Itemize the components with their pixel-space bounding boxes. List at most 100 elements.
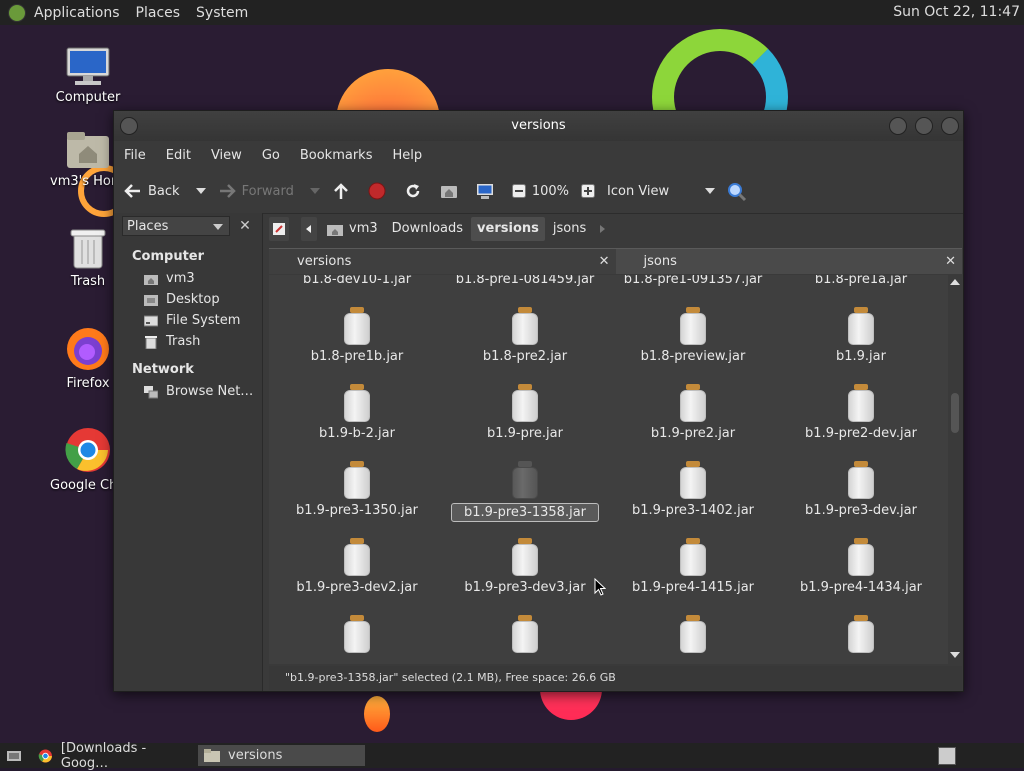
file-name: b1.9-pre3-dev.jar bbox=[805, 503, 917, 518]
panel-menu-system[interactable]: System bbox=[196, 5, 248, 21]
scrollbar-thumb[interactable] bbox=[951, 393, 959, 433]
sidebar-item-browse-network[interactable]: Browse Net… bbox=[114, 381, 262, 402]
file-item[interactable]: b1.9-pre.jar bbox=[441, 384, 609, 441]
file-item[interactable]: b1.9-b-2.jar bbox=[273, 384, 441, 441]
file-item[interactable]: b1.8-dev10-1.jar bbox=[273, 275, 441, 287]
close-button[interactable] bbox=[941, 117, 959, 135]
menu-view[interactable]: View bbox=[211, 148, 242, 163]
scroll-down-icon[interactable] bbox=[950, 652, 960, 658]
search-button[interactable] bbox=[727, 182, 751, 202]
breadcrumb-versions[interactable]: versions bbox=[471, 217, 545, 241]
sidebar-item-trash[interactable]: Trash bbox=[114, 331, 262, 352]
forward-history-dropdown-icon[interactable] bbox=[309, 188, 320, 194]
back-history-dropdown-icon[interactable] bbox=[195, 188, 206, 194]
sidebar-item-label: vm3 bbox=[166, 271, 195, 286]
firefox-icon bbox=[65, 326, 111, 372]
breadcrumb-right-button[interactable] bbox=[594, 217, 611, 241]
file-item[interactable]: b1.8-pre1b.jar bbox=[273, 307, 441, 364]
file-name: b1.9-pre3-1402.jar bbox=[631, 503, 755, 518]
tab-jsons[interactable]: jsons ✕ bbox=[615, 248, 962, 275]
view-mode-dropdown-icon[interactable] bbox=[705, 188, 716, 194]
taskbar-item-browser[interactable]: [Downloads - Goog… bbox=[32, 741, 194, 771]
file-item[interactable]: b1.9.jar bbox=[777, 307, 945, 364]
menu-file[interactable]: File bbox=[124, 148, 146, 163]
sidebar-item-file-system[interactable]: File System bbox=[114, 310, 262, 331]
show-desktop-button[interactable] bbox=[0, 745, 28, 766]
reload-button[interactable] bbox=[404, 182, 428, 200]
window-titlebar[interactable]: versions bbox=[114, 111, 963, 141]
file-item[interactable]: b1.9-pre4-1415.jar bbox=[609, 538, 777, 595]
menu-bookmarks[interactable]: Bookmarks bbox=[300, 148, 373, 163]
up-arrow-icon bbox=[332, 182, 350, 200]
workspace-switcher[interactable] bbox=[938, 747, 956, 765]
tab-versions[interactable]: versions ✕ bbox=[269, 248, 616, 274]
jar-file-icon bbox=[678, 538, 708, 576]
back-arrow-icon bbox=[124, 182, 142, 200]
minimize-button[interactable] bbox=[889, 117, 907, 135]
view-mode-select[interactable]: Icon View bbox=[607, 184, 669, 199]
back-button[interactable]: Back bbox=[124, 182, 206, 200]
jar-file-icon bbox=[510, 384, 540, 422]
up-button[interactable] bbox=[332, 182, 356, 200]
file-item[interactable]: b1.8-preview.jar bbox=[609, 307, 777, 364]
window-menu-button[interactable] bbox=[120, 117, 138, 135]
file-item[interactable]: b1.9-pre2-dev.jar bbox=[777, 384, 945, 441]
taskbar-item-versions[interactable]: versions bbox=[198, 745, 365, 766]
edit-pencil-icon bbox=[273, 223, 285, 235]
panel-menu-applications[interactable]: Applications bbox=[34, 5, 120, 21]
file-item[interactable]: b1.9-pre3-1358.jar bbox=[441, 461, 609, 522]
file-item[interactable]: b1.9-pre3-dev2.jar bbox=[273, 538, 441, 595]
panel-clock[interactable]: Sun Oct 22, 11:47 bbox=[893, 4, 1020, 20]
file-item[interactable]: b1.9-pre2.jar bbox=[609, 384, 777, 441]
file-item[interactable]: b1.9-pre3-1402.jar bbox=[609, 461, 777, 518]
file-item[interactable]: b1.8-pre1-091357.jar bbox=[609, 275, 777, 287]
file-name: b1.9.jar bbox=[836, 349, 886, 364]
menu-edit[interactable]: Edit bbox=[166, 148, 191, 163]
sidebar-item-desktop[interactable]: Desktop bbox=[114, 289, 262, 310]
toggle-location-entry-button[interactable] bbox=[269, 217, 289, 241]
file-item[interactable]: b1.8-pre1-081459.jar bbox=[441, 275, 609, 287]
breadcrumb-left-button[interactable] bbox=[301, 217, 317, 241]
file-item[interactable] bbox=[609, 615, 777, 657]
file-item[interactable] bbox=[441, 615, 609, 657]
file-name: b1.9-pre2-dev.jar bbox=[805, 426, 917, 441]
breadcrumb-vm3[interactable]: vm3 bbox=[321, 217, 384, 241]
close-tab-icon[interactable]: ✕ bbox=[945, 249, 956, 275]
stop-button[interactable] bbox=[368, 182, 392, 200]
file-item[interactable]: b1.9-pre4-1434.jar bbox=[777, 538, 945, 595]
file-name: b1.8-pre2.jar bbox=[482, 349, 568, 364]
breadcrumb-jsons[interactable]: jsons bbox=[547, 217, 592, 241]
zoom-out-button[interactable]: 100% bbox=[511, 184, 569, 199]
jar-file-icon bbox=[678, 461, 708, 499]
menu-go[interactable]: Go bbox=[262, 148, 280, 163]
file-item[interactable]: b1.9-pre3-1350.jar bbox=[273, 461, 441, 518]
tab-bar: versions ✕ jsons ✕ bbox=[269, 248, 962, 274]
file-item[interactable]: b1.9-pre3-dev3.jar bbox=[441, 538, 609, 595]
panel-menu-places[interactable]: Places bbox=[136, 5, 181, 21]
file-name: b1.9-pre3-1358.jar bbox=[450, 503, 600, 522]
vertical-scrollbar[interactable] bbox=[948, 275, 962, 664]
file-item[interactable]: b1.8-pre2.jar bbox=[441, 307, 609, 364]
desktop-icon-computer[interactable]: Computer bbox=[50, 46, 126, 105]
computer-button[interactable] bbox=[476, 182, 500, 200]
file-name: b1.8-dev10-1.jar bbox=[302, 275, 412, 287]
scroll-up-icon[interactable] bbox=[950, 279, 960, 285]
forward-label: Forward bbox=[241, 183, 294, 199]
maximize-button[interactable] bbox=[915, 117, 933, 135]
file-item[interactable] bbox=[273, 615, 441, 657]
file-item[interactable] bbox=[777, 615, 945, 657]
close-side-pane-icon[interactable]: ✕ bbox=[236, 217, 254, 235]
file-view[interactable]: b1.8-dev10-1.jar b1.8-pre1-081459.jar b1.8… bbox=[269, 275, 962, 664]
file-item[interactable]: b1.8-pre1a.jar bbox=[777, 275, 945, 287]
close-tab-icon[interactable]: ✕ bbox=[599, 249, 610, 275]
distro-logo-icon[interactable] bbox=[8, 3, 26, 22]
zoom-in-button[interactable]: Icon View bbox=[581, 184, 716, 199]
breadcrumb-downloads[interactable]: Downloads bbox=[386, 217, 469, 241]
menu-help[interactable]: Help bbox=[392, 148, 422, 163]
home-icon bbox=[440, 182, 458, 200]
sidebar-item-vm3[interactable]: vm3 bbox=[114, 268, 262, 289]
forward-button[interactable]: Forward bbox=[218, 182, 320, 200]
file-item[interactable]: b1.9-pre3-dev.jar bbox=[777, 461, 945, 518]
side-pane-selector[interactable]: Places bbox=[122, 216, 230, 236]
home-button[interactable] bbox=[440, 182, 464, 200]
